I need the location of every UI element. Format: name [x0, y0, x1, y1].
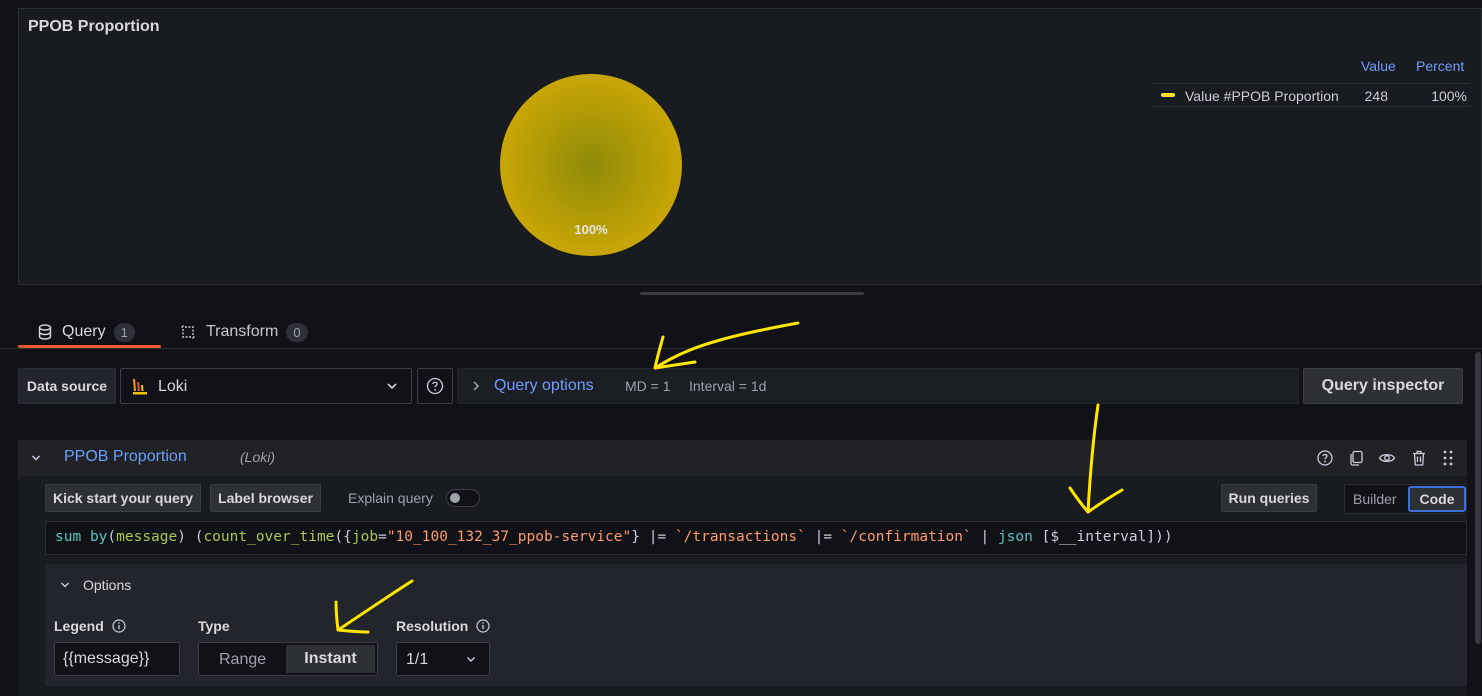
legend-label-text: Legend: [54, 618, 104, 634]
info-icon[interactable]: [112, 619, 126, 633]
query-options-interval: Interval = 1d: [689, 378, 767, 394]
legend-percent: 100%: [1431, 88, 1467, 104]
legend-swatch: [1161, 93, 1175, 97]
chevron-down-icon: [387, 383, 397, 390]
legend-series-name: Value #PPOB Proportion: [1185, 88, 1339, 104]
pie-slice-label: 100%: [574, 222, 608, 237]
query-row-header[interactable]: PPOB Proportion (Loki): [18, 440, 1467, 476]
legend-row[interactable]: Value #PPOB Proportion 248 100%: [1152, 83, 1470, 107]
type-radio-group: Range Instant: [198, 642, 378, 676]
pie-svg: 100%: [500, 74, 682, 256]
code-token: by: [89, 529, 108, 545]
type-label-text: Type: [198, 618, 230, 634]
drag-handle-icon[interactable]: [1439, 449, 1457, 467]
tab-query-label: Query: [62, 323, 106, 340]
datasource-picker[interactable]: Loki: [120, 368, 412, 404]
code-token: count_over_time: [203, 529, 335, 545]
query-options-md: MD = 1: [625, 378, 671, 394]
options-header[interactable]: Options: [59, 577, 131, 593]
resolution-label-text: Resolution: [396, 618, 469, 634]
kick-start-button[interactable]: Kick start your query: [45, 484, 201, 512]
toggle-knob: [450, 493, 460, 503]
resolution-field-label: Resolution: [396, 618, 490, 634]
chevron-down-icon: [61, 582, 69, 588]
chevron-down-icon[interactable]: [30, 451, 42, 465]
datasource-help-button[interactable]: [417, 368, 453, 404]
type-range-option[interactable]: Range: [219, 651, 266, 669]
query-name[interactable]: PPOB Proportion: [64, 448, 187, 466]
transform-icon: [181, 325, 195, 339]
tab-query[interactable]: Query 1: [38, 316, 135, 348]
editor-scrollbar[interactable]: [1475, 352, 1481, 644]
trash-icon[interactable]: [1410, 449, 1428, 467]
help-circle-icon[interactable]: [1316, 449, 1334, 467]
code-token: `/confirmation`: [840, 529, 972, 545]
code-token: [$__interval]: [1041, 529, 1156, 545]
query-options-bar[interactable]: Query options MD = 1 Interval = 1d: [457, 368, 1299, 404]
resolution-select[interactable]: 1/1: [396, 642, 490, 676]
code-token: job: [351, 529, 379, 545]
run-queries-button[interactable]: Run queries: [1221, 484, 1317, 512]
type-field-label: Type: [198, 618, 230, 634]
editor-mode-switch: Builder Code: [1344, 484, 1467, 514]
help-circle-icon: [426, 377, 444, 395]
options-title: Options: [83, 577, 132, 593]
tab-transform-label: Transform: [206, 323, 279, 340]
resolution-value: 1/1: [406, 651, 429, 668]
label-browser-button[interactable]: Label browser: [210, 484, 321, 512]
tab-transform-count: 0: [286, 322, 308, 342]
query-code-editor[interactable]: sum by(message) (count_over_time({job="1…: [45, 521, 1467, 555]
eye-icon[interactable]: [1378, 449, 1396, 467]
info-icon[interactable]: [476, 619, 490, 633]
type-instant-option[interactable]: Instant: [286, 645, 375, 673]
query-datasource-tag: (Loki): [240, 449, 276, 465]
pie-chart: 100%: [499, 73, 683, 257]
database-icon: [38, 324, 52, 340]
code-token: `/transactions`: [674, 529, 806, 545]
query-options-label[interactable]: Query options: [494, 377, 594, 395]
chevron-down-icon: [466, 656, 476, 663]
explain-query-toggle[interactable]: [446, 489, 480, 507]
code-token: "10_100_132_37_ppob-service": [386, 529, 632, 545]
panel: PPOB Proportion 100% Value Percent Value…: [18, 8, 1482, 285]
legend-input[interactable]: {{message}}: [54, 642, 180, 676]
loki-icon: [133, 379, 147, 395]
tab-transform[interactable]: Transform 0: [180, 316, 308, 348]
legend-value: 248: [1364, 88, 1388, 104]
legend-header-value[interactable]: Value: [1361, 58, 1396, 74]
explain-query-label: Explain query: [348, 490, 433, 506]
builder-mode-button[interactable]: Builder: [1353, 491, 1397, 507]
code-mode-button[interactable]: Code: [1408, 486, 1466, 512]
legend-field-label: Legend: [54, 618, 126, 634]
duplicate-icon[interactable]: [1347, 449, 1365, 467]
chevron-right-icon: [473, 381, 480, 391]
code-token: json: [997, 529, 1033, 545]
datasource-label: Data source: [18, 368, 116, 404]
tab-query-count: 1: [113, 322, 135, 342]
panel-resize-splitter[interactable]: [640, 292, 864, 295]
code-token: sum: [55, 529, 82, 545]
datasource-name: Loki: [158, 378, 188, 395]
panel-title[interactable]: PPOB Proportion: [28, 18, 160, 36]
code-token: message: [116, 529, 178, 545]
query-inspector-button[interactable]: Query inspector: [1303, 368, 1463, 404]
legend-header-percent[interactable]: Percent: [1416, 58, 1464, 74]
